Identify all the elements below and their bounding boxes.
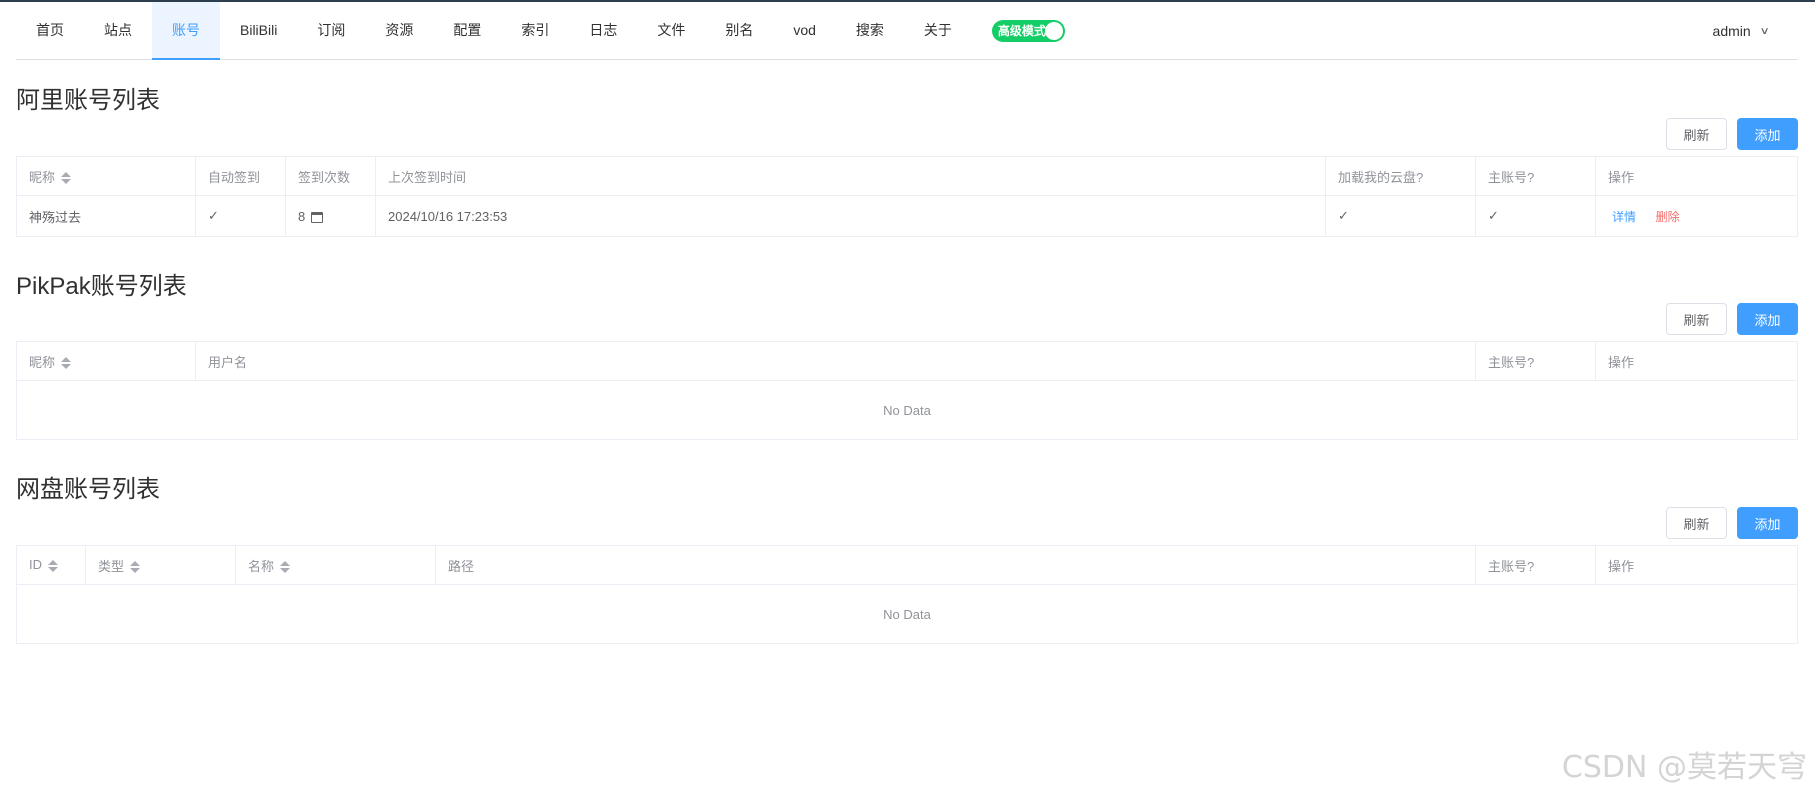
col-type[interactable]: 类型 <box>85 545 236 585</box>
cell-last-sign-time: 2024/10/16 17:23:53 <box>375 195 1326 237</box>
user-menu[interactable]: admin ∨ <box>1712 2 1770 60</box>
watermark: CSDN @莫若天穹 <box>1561 750 1807 785</box>
pikpak-title: PikPak账号列表 <box>16 273 187 300</box>
user-name: admin <box>1712 23 1751 39</box>
empty-text: No Data <box>16 584 1798 644</box>
col-id[interactable]: ID <box>16 545 86 585</box>
col-main-account: 主账号? <box>1475 156 1596 196</box>
col-load-drive: 加载我的云盘? <box>1325 156 1476 196</box>
netdisk-table: ID 类型 名称 路径 主账号? 操作 No Data <box>16 545 1798 644</box>
cell-auto-sign: ✓ <box>195 195 286 237</box>
empty-row: No Data <box>16 584 1798 644</box>
nav-item-subscriptions[interactable]: 订阅 <box>297 2 365 60</box>
pikpak-actions: 刷新 添加 <box>1666 303 1798 335</box>
col-nickname[interactable]: 昵称 <box>16 156 196 196</box>
table-header-row: 昵称 自动签到 签到次数 上次签到时间 加载我的云盘? 主账号? 操作 <box>16 156 1798 196</box>
sort-icon[interactable] <box>280 560 291 574</box>
col-path: 路径 <box>435 545 1476 585</box>
col-sign-count: 签到次数 <box>285 156 376 196</box>
netdisk-refresh-button[interactable]: 刷新 <box>1666 507 1727 539</box>
switch-knob <box>1044 21 1063 40</box>
table-row: 神殇过去 ✓ 8 2024/10/16 17:23:53 ✓ ✓ 详情 删除 <box>16 195 1798 237</box>
col-nickname[interactable]: 昵称 <box>16 341 196 381</box>
check-icon: ✓ <box>1338 208 1349 223</box>
pikpak-refresh-button[interactable]: 刷新 <box>1666 303 1727 335</box>
cell-main-account: ✓ <box>1475 195 1596 237</box>
sort-icon[interactable] <box>130 560 141 574</box>
nav-item-logs[interactable]: 日志 <box>569 2 637 60</box>
detail-link[interactable]: 详情 <box>1612 210 1636 224</box>
empty-text: No Data <box>16 380 1798 440</box>
cell-actions: 详情 删除 <box>1595 195 1798 237</box>
pikpak-add-button[interactable]: 添加 <box>1737 303 1798 335</box>
empty-row: No Data <box>16 380 1798 440</box>
col-main-account: 主账号? <box>1475 341 1596 381</box>
calendar-icon[interactable] <box>311 211 324 223</box>
ali-refresh-button[interactable]: 刷新 <box>1666 118 1727 150</box>
delete-link[interactable]: 删除 <box>1656 210 1680 224</box>
nav-item-resources[interactable]: 资源 <box>365 2 433 60</box>
nav-item-sites[interactable]: 站点 <box>84 2 152 60</box>
nav-item-vod[interactable]: vod <box>773 2 836 60</box>
sort-icon[interactable] <box>48 559 58 573</box>
netdisk-add-button[interactable]: 添加 <box>1737 507 1798 539</box>
nav-item-accounts[interactable]: 账号 <box>152 2 220 60</box>
check-icon: ✓ <box>1488 208 1499 223</box>
cell-nickname: 神殇过去 <box>16 195 196 237</box>
nav-item-files[interactable]: 文件 <box>637 2 705 60</box>
netdisk-section: 网盘账号列表 刷新 添加 ID 类型 名称 路径 主账号? 操作 No Data <box>16 473 1798 644</box>
col-last-sign-time: 上次签到时间 <box>375 156 1326 196</box>
col-auto-sign: 自动签到 <box>195 156 286 196</box>
nav-item-search[interactable]: 搜索 <box>836 2 904 60</box>
col-actions: 操作 <box>1595 156 1798 196</box>
advanced-mode-switch[interactable]: 高级模式 <box>991 19 1065 42</box>
col-actions: 操作 <box>1595 545 1798 585</box>
ali-title: 阿里账号列表 <box>16 87 160 114</box>
netdisk-title: 网盘账号列表 <box>16 476 160 503</box>
advanced-mode-wrap: 高级模式 <box>972 2 1085 59</box>
col-username: 用户名 <box>195 341 1476 381</box>
pikpak-table: 昵称 用户名 主账号? 操作 No Data <box>16 341 1798 440</box>
sort-icon[interactable] <box>61 171 72 185</box>
advanced-mode-label: 高级模式 <box>997 24 1046 38</box>
nav-item-index[interactable]: 索引 <box>501 2 569 60</box>
col-name[interactable]: 名称 <box>235 545 436 585</box>
ali-add-button[interactable]: 添加 <box>1737 118 1798 150</box>
pikpak-section: PikPak账号列表 刷新 添加 昵称 用户名 主账号? 操作 No Data <box>16 270 1798 440</box>
cell-sign-count: 8 <box>285 195 376 237</box>
ali-table: 昵称 自动签到 签到次数 上次签到时间 加载我的云盘? 主账号? 操作 神殇过去… <box>16 156 1798 237</box>
check-icon: ✓ <box>208 208 219 223</box>
cell-load-drive: ✓ <box>1325 195 1476 237</box>
col-actions: 操作 <box>1595 341 1798 381</box>
sort-icon[interactable] <box>61 356 72 370</box>
col-main-account: 主账号? <box>1475 545 1596 585</box>
nav-item-about[interactable]: 关于 <box>904 2 972 60</box>
ali-section: 阿里账号列表 刷新 添加 昵称 自动签到 签到次数 上次签到时间 加载我的云盘?… <box>16 84 1798 237</box>
nav-item-alias[interactable]: 别名 <box>705 2 773 60</box>
netdisk-actions: 刷新 添加 <box>1666 507 1798 539</box>
nav-item-config[interactable]: 配置 <box>433 2 501 60</box>
chevron-down-icon: ∨ <box>1759 25 1770 37</box>
ali-actions: 刷新 添加 <box>1666 118 1798 150</box>
nav-item-home[interactable]: 首页 <box>16 2 84 60</box>
top-nav: 首页 站点 账号 BiliBili 订阅 资源 配置 索引 日志 文件 别名 v… <box>16 2 1798 60</box>
nav-item-bilibili[interactable]: BiliBili <box>220 2 297 60</box>
table-header-row: ID 类型 名称 路径 主账号? 操作 <box>16 545 1798 585</box>
table-header-row: 昵称 用户名 主账号? 操作 <box>16 341 1798 381</box>
